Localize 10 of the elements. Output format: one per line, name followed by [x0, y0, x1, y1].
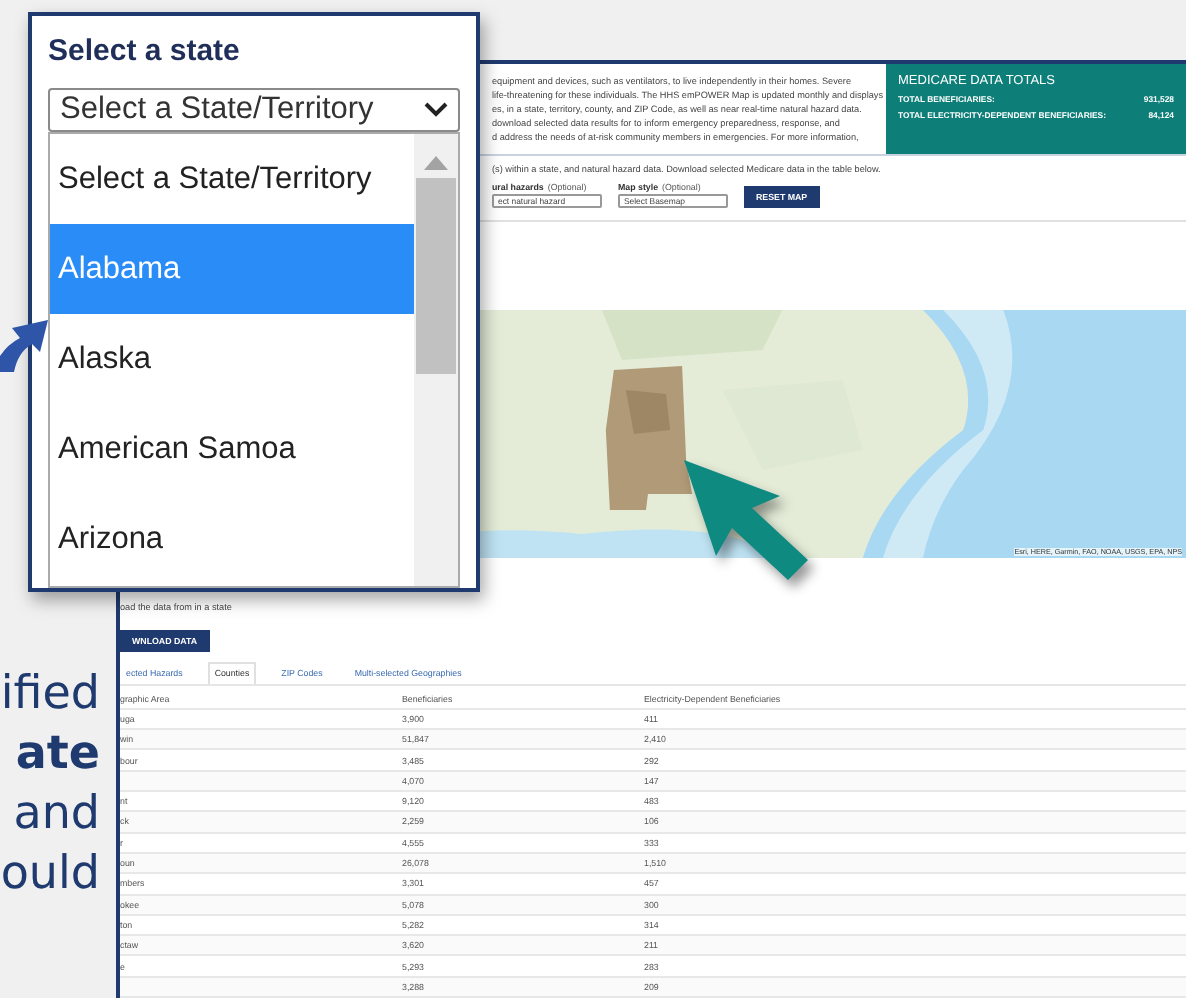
chevron-icon	[424, 102, 448, 118]
select-label: Select a state	[48, 34, 242, 68]
slide-text: ould	[0, 846, 100, 904]
scroll-up-icon[interactable]	[424, 154, 448, 170]
curved-arrow-icon	[0, 320, 48, 372]
state-select[interactable]: Select a State/Territory	[48, 88, 460, 132]
scrollbar-thumb[interactable]	[416, 178, 456, 374]
slide-text: and	[13, 786, 100, 844]
slide-text: ate	[15, 726, 100, 784]
slide-text: ified	[0, 666, 100, 724]
